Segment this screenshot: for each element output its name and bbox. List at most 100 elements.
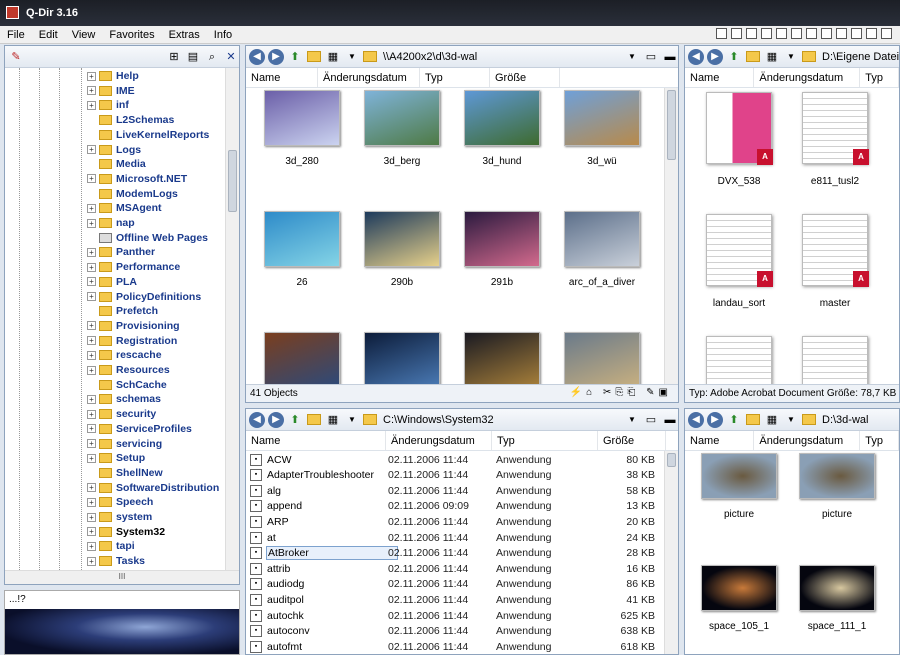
col-type[interactable]: Typ [860, 431, 899, 450]
file-row[interactable]: ▪ AdapterTroubleshooter 02.11.2006 11:44 An… [250, 468, 664, 483]
thumbnail-item[interactable]: 26 [262, 211, 342, 288]
tree-item[interactable]: + IME [87, 84, 135, 98]
col-date[interactable]: Änderungsdatum [754, 431, 861, 450]
up-folder-icon[interactable]: ⬆ [287, 412, 303, 428]
menu-edit[interactable]: Edit [32, 26, 65, 44]
pane1-path[interactable]: \\A4200x2\d\3d-wal [383, 51, 621, 63]
expand-icon[interactable]: + [87, 453, 96, 463]
new-folder-icon[interactable] [745, 49, 761, 65]
view-dropdown-icon[interactable]: ▼ [344, 49, 360, 65]
thumbnail-item[interactable]: picture [797, 453, 877, 520]
document-item[interactable]: A [699, 336, 779, 384]
up-folder-icon[interactable]: ⬆ [726, 49, 742, 65]
tree-item[interactable]: + Performance [87, 260, 180, 274]
col-size[interactable]: Größe [598, 431, 666, 450]
layout-button-3[interactable] [746, 28, 757, 39]
new-folder-icon[interactable] [306, 49, 322, 65]
tree-item[interactable]: ShellNew [87, 466, 163, 480]
tree-item[interactable]: Offline Web Pages [87, 231, 208, 245]
pane3-vertical-scrollbar[interactable] [664, 451, 678, 654]
file-row[interactable]: ▪ append 02.11.2006 09:09 Anwendung 13 KB [250, 499, 664, 514]
expand-icon[interactable]: + [87, 365, 96, 375]
tree-item[interactable]: ModemLogs [87, 187, 178, 201]
expand-icon[interactable]: + [87, 424, 96, 434]
thumbnail-item[interactable] [262, 332, 342, 384]
col-name[interactable]: Name [246, 431, 386, 450]
pane1-status-icons[interactable]: ⚡⌂ ✂⎘⎗ ✎▣ [570, 387, 672, 398]
menu-info[interactable]: Info [207, 26, 239, 44]
layout-button-2[interactable] [731, 28, 742, 39]
expand-icon[interactable]: + [87, 71, 96, 81]
tree-item[interactable]: SchCache [87, 378, 167, 392]
computer-icon[interactable]: ▭ [643, 49, 659, 65]
file-row[interactable]: ▪ autoconv 02.11.2006 11:44 Anwendung 638 KB [250, 624, 664, 639]
tree-item[interactable]: + PLA [87, 275, 137, 289]
forward-icon[interactable]: ▶ [268, 411, 284, 428]
expand-icon[interactable]: + [87, 262, 96, 272]
file-row[interactable]: ▪ ACW 02.11.2006 11:44 Anwendung 80 KB [250, 452, 664, 467]
col-date[interactable]: Änderungsdatum [754, 68, 861, 87]
tree-item[interactable]: + inf [87, 98, 129, 112]
thumbnail-item[interactable]: space_111_1 [797, 565, 877, 632]
back-icon[interactable]: ◀ [688, 411, 704, 428]
tree-item[interactable]: + servicing [87, 437, 162, 451]
file-row[interactable]: ▪ ARP 02.11.2006 11:44 Anwendung 20 KB [250, 514, 664, 529]
layout-button-12[interactable] [881, 28, 892, 39]
layout-button-10[interactable] [851, 28, 862, 39]
expand-icon[interactable]: + [87, 336, 96, 346]
tree-item[interactable]: + nap [87, 216, 135, 230]
layout-button-1[interactable] [716, 28, 727, 39]
tree-item[interactable]: LiveKernelReports [87, 128, 209, 142]
tree-item[interactable]: + security [87, 407, 156, 421]
properties-icon[interactable]: ▤ [185, 49, 201, 65]
expand-icon[interactable]: + [87, 556, 96, 566]
tree-item[interactable]: + Microsoft.NET [87, 172, 187, 186]
pin-icon[interactable]: ✎ [8, 49, 24, 65]
thumbnail-item[interactable]: 3d_wü [562, 90, 642, 167]
col-name[interactable]: Name [246, 68, 318, 87]
view-mode-icon[interactable]: ▦ [325, 412, 341, 428]
tree-item[interactable]: + PolicyDefinitions [87, 290, 201, 304]
expand-icon[interactable]: + [87, 277, 96, 287]
forward-icon[interactable]: ▶ [268, 48, 284, 65]
view-mode-icon[interactable]: ▦ [764, 412, 780, 428]
file-row[interactable]: ▪ audiodg 02.11.2006 11:44 Anwendung 86 KB [250, 577, 664, 592]
menu-favorites[interactable]: Favorites [102, 26, 161, 44]
col-date[interactable]: Änderungsdatum [318, 68, 420, 87]
expand-icon[interactable]: + [87, 350, 96, 360]
expand-icon[interactable]: + [87, 174, 96, 184]
col-type[interactable]: Typ [420, 68, 490, 87]
menu-file[interactable]: File [0, 26, 32, 44]
tree-scroll-thumb[interactable] [228, 150, 237, 212]
new-folder-icon[interactable] [306, 412, 322, 428]
document-item[interactable]: A DVX_538 [699, 92, 779, 187]
pane3-path[interactable]: C:\Windows\System32 [383, 414, 621, 426]
tree-item[interactable]: + Help [87, 69, 139, 83]
expand-icon[interactable]: + [87, 497, 96, 507]
thumbnail-item[interactable]: 3d_hund [462, 90, 542, 167]
tree-item[interactable]: + Registration [87, 334, 177, 348]
view-mode-icon[interactable]: ▦ [764, 49, 780, 65]
tree-item[interactable]: + Setup [87, 451, 145, 465]
file-row[interactable]: ▪ autochk 02.11.2006 11:44 Anwendung 625 KB [250, 608, 664, 623]
tree-item[interactable]: + tapi [87, 539, 135, 553]
pane4-path[interactable]: D:\3d-wal [822, 414, 899, 426]
layout-button-8[interactable] [821, 28, 832, 39]
tree-item[interactable]: + rescache [87, 348, 162, 362]
document-item[interactable]: Amaster [795, 214, 875, 309]
tree-item[interactable]: Prefetch [87, 304, 158, 318]
tree-item[interactable]: + Panther [87, 245, 155, 259]
col-type[interactable]: Typ [860, 68, 899, 87]
layout-button-11[interactable] [866, 28, 877, 39]
tree-vertical-scrollbar[interactable] [225, 68, 239, 570]
thumbnail-item[interactable]: arc_of_a_diver [562, 211, 642, 288]
tree-item[interactable]: + Speech [87, 495, 153, 509]
tree-item[interactable]: L2Schemas [87, 113, 174, 127]
document-item[interactable]: A [795, 336, 875, 384]
file-row[interactable]: ▪ attrib 02.11.2006 11:44 Anwendung 16 KB [250, 561, 664, 576]
expand-icon[interactable]: + [87, 512, 96, 522]
path-dropdown-icon[interactable]: ▼ [624, 412, 640, 428]
network-icon[interactable]: ▬ [662, 49, 678, 65]
network-icon[interactable]: ▬ [662, 412, 678, 428]
thumbnail-item[interactable] [462, 332, 542, 384]
